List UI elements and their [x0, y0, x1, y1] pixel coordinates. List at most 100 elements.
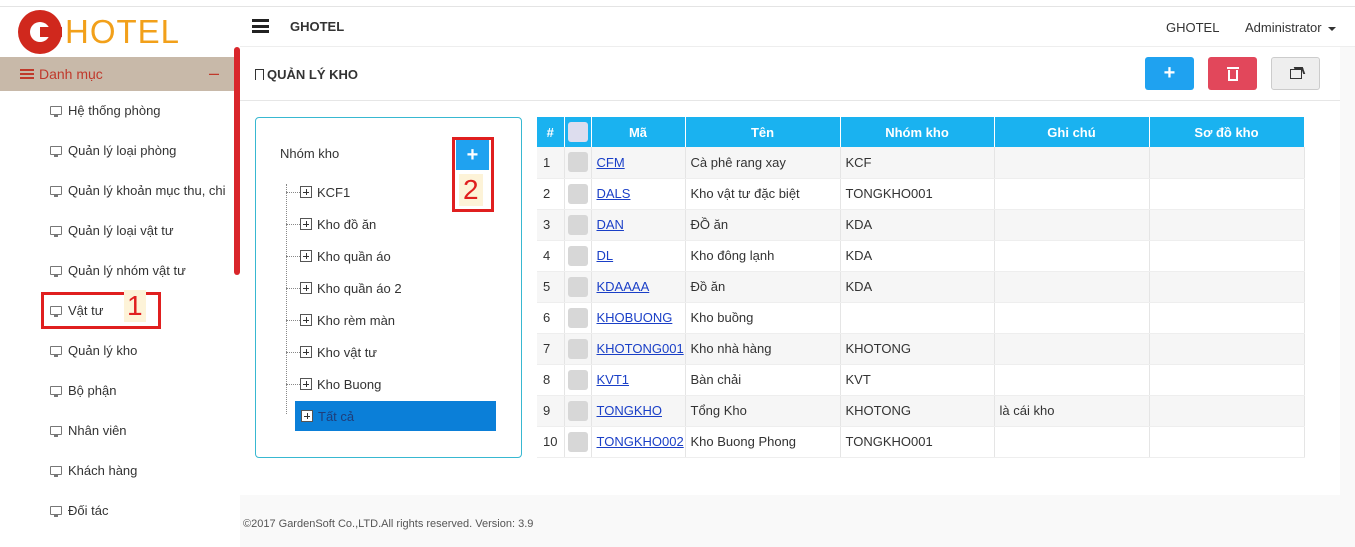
code-link[interactable]: DAN — [597, 217, 624, 232]
tree-node-label: Kho vật tư — [317, 344, 378, 360]
sidebar-item-loai-vat-tu[interactable]: Quản lý loại vật tư — [50, 220, 174, 240]
cell-group: KDA — [840, 209, 995, 241]
table-row[interactable]: 5 KDAAAA Đồ ăn KDA — [537, 271, 1305, 303]
expand-icon[interactable] — [301, 410, 313, 422]
cell-index: 8 — [537, 364, 565, 396]
expand-icon[interactable] — [300, 186, 312, 198]
row-checkbox[interactable] — [567, 400, 588, 421]
select-all-checkbox[interactable] — [567, 122, 588, 142]
code-link[interactable]: CFM — [597, 155, 625, 170]
cell-select — [564, 240, 592, 272]
tree-node[interactable]: Kho quần áo — [286, 245, 391, 267]
tree-node[interactable]: Kho Buong — [286, 373, 381, 395]
table-row[interactable]: 6 KHOBUONG Kho buồng — [537, 302, 1305, 334]
delete-button[interactable] — [1208, 57, 1257, 90]
cell-code: KVT1 — [591, 364, 686, 396]
monitor-icon — [50, 105, 62, 117]
cell-note — [994, 240, 1150, 272]
row-checkbox[interactable] — [567, 431, 588, 452]
add-button[interactable]: + — [1145, 57, 1194, 90]
code-link[interactable]: DL — [597, 248, 614, 263]
logo-g-icon — [18, 10, 62, 54]
cell-group: TONGKHO001 — [840, 426, 995, 458]
code-link[interactable]: KDAAAA — [597, 279, 650, 294]
code-link[interactable]: TONGKHO — [597, 403, 663, 418]
tree-node[interactable]: Kho rèm màn — [286, 309, 395, 331]
annotation-number-1: 1 — [124, 290, 146, 322]
expand-icon[interactable] — [300, 218, 312, 230]
tree-node[interactable]: Kho quần áo 2 — [286, 277, 402, 299]
logo[interactable]: HOTEL — [18, 10, 180, 54]
row-checkbox[interactable] — [567, 183, 588, 204]
tree-node-selected[interactable]: Tất cả — [295, 401, 496, 431]
expand-icon[interactable] — [300, 250, 312, 262]
expand-icon[interactable] — [300, 378, 312, 390]
cell-select — [564, 364, 592, 396]
top-navbar: GHOTEL GHOTEL Administrator — [240, 7, 1355, 47]
cell-index: 2 — [537, 178, 565, 210]
code-link[interactable]: DALS — [597, 186, 631, 201]
monitor-icon — [50, 185, 62, 197]
table-row[interactable]: 10 TONGKHO002 Kho Buong Phong TONGKHO001 — [537, 426, 1305, 458]
cell-code: DALS — [591, 178, 686, 210]
navbar-brand[interactable]: GHOTEL — [290, 19, 344, 34]
sidebar-item-label: Đối tác — [68, 502, 109, 518]
tree-node[interactable]: KCF1 — [286, 181, 350, 203]
sidebar-item-nhom-vat-tu[interactable]: Quản lý nhóm vật tư — [50, 260, 186, 280]
table-row[interactable]: 8 KVT1 Bàn chải KVT — [537, 364, 1305, 396]
cell-map — [1149, 271, 1305, 303]
row-checkbox[interactable] — [567, 214, 588, 235]
row-checkbox[interactable] — [567, 245, 588, 266]
user-menu[interactable]: Administrator — [1245, 20, 1336, 35]
sidebar-section-danh-muc[interactable]: Danh mục – — [0, 57, 234, 91]
code-link[interactable]: KHOTONG001 — [597, 341, 684, 356]
sidebar-item-label: Quản lý nhóm vật tư — [68, 262, 186, 278]
row-checkbox[interactable] — [567, 276, 588, 297]
sidebar-item-he-thong-phong[interactable]: Hệ thống phòng — [50, 100, 161, 120]
table-row[interactable]: 2 DALS Kho vật tư đặc biệt TONGKHO001 — [537, 178, 1305, 210]
sidebar-item-bo-phan[interactable]: Bộ phận — [50, 380, 116, 400]
col-header-name[interactable]: Tên — [685, 117, 841, 147]
sidebar-item-loai-phong[interactable]: Quản lý loại phòng — [50, 140, 176, 160]
cell-map — [1149, 240, 1305, 272]
expand-icon[interactable] — [300, 282, 312, 294]
sidebar-item-nhan-vien[interactable]: Nhân viên — [50, 420, 127, 440]
navbar-company[interactable]: GHOTEL — [1166, 20, 1219, 35]
row-checkbox[interactable] — [567, 307, 588, 328]
table-row[interactable]: 1 CFM Cà phê rang xay KCF — [537, 147, 1305, 179]
list-icon — [20, 69, 34, 79]
expand-icon[interactable] — [300, 314, 312, 326]
code-link[interactable]: TONGKHO002 — [597, 434, 684, 449]
col-header-group[interactable]: Nhóm kho — [840, 117, 995, 147]
sidebar-item-doi-tac[interactable]: Đối tác — [50, 500, 108, 520]
trash-icon — [1226, 66, 1239, 81]
col-header-map[interactable]: Sơ đồ kho — [1149, 117, 1305, 147]
cell-index: 5 — [537, 271, 565, 303]
warehouse-table: # Mã Tên Nhóm kho Ghi chú Sơ đồ kho 1 CFM… — [537, 117, 1305, 458]
sidebar-item-khach-hang[interactable]: Khách hàng — [50, 460, 137, 480]
table-row[interactable]: 4 DL Kho đông lạnh KDA — [537, 240, 1305, 272]
table-row[interactable]: 3 DAN ĐỒ ăn KDA — [537, 209, 1305, 241]
cell-index: 10 — [537, 426, 565, 458]
sidebar-item-quan-ly-kho[interactable]: Quản lý kho — [50, 340, 137, 360]
code-link[interactable]: KHOBUONG — [597, 310, 673, 325]
table-row[interactable]: 9 TONGKHO Tổng Kho KHOTONG là cái kho — [537, 395, 1305, 427]
expand-icon[interactable] — [300, 346, 312, 358]
row-checkbox[interactable] — [567, 369, 588, 390]
table-row[interactable]: 7 KHOTONG001 Kho nhà hàng KHOTONG — [537, 333, 1305, 365]
menu-toggle-icon[interactable] — [252, 19, 269, 33]
tree-node[interactable]: Kho vật tư — [286, 341, 377, 363]
export-button[interactable] — [1271, 57, 1320, 90]
row-checkbox[interactable] — [567, 338, 588, 359]
collapse-icon[interactable]: – — [209, 63, 219, 84]
cell-group: KHOTONG — [840, 333, 995, 365]
col-header-code[interactable]: Mã — [591, 117, 686, 147]
table-header-row: # Mã Tên Nhóm kho Ghi chú Sơ đồ kho — [537, 117, 1305, 147]
code-link[interactable]: KVT1 — [597, 372, 630, 387]
tree-node-label: Kho quần áo 2 — [317, 280, 402, 296]
sidebar-item-khoan-muc[interactable]: Quản lý khoản mục thu, chi — [50, 180, 226, 200]
col-header-note[interactable]: Ghi chú — [994, 117, 1150, 147]
row-checkbox[interactable] — [567, 152, 588, 173]
cell-select — [564, 302, 592, 334]
tree-node[interactable]: Kho đồ ăn — [286, 213, 376, 235]
